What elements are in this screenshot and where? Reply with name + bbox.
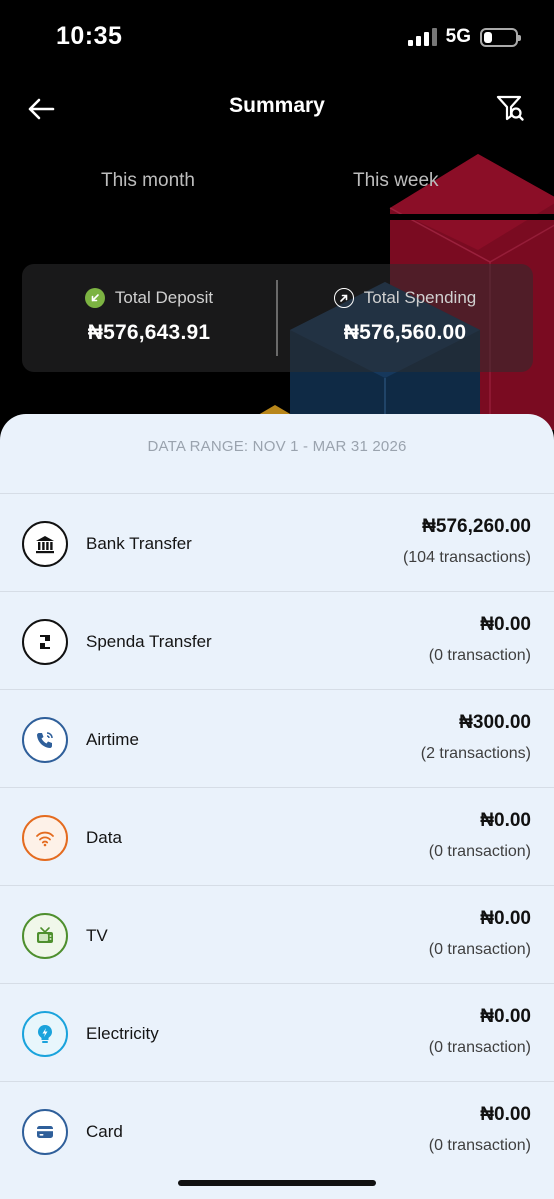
- list-item-label: Spenda Transfer: [86, 632, 212, 651]
- total-spending-amount: ₦576,560.00: [343, 321, 467, 344]
- page-title: Summary: [229, 94, 325, 117]
- home-indicator: [178, 1180, 376, 1186]
- list-item-bank-transfer[interactable]: Bank Transfer ₦576,260.00 (104 transacti…: [0, 493, 554, 591]
- tab-this-month[interactable]: This month: [101, 170, 195, 192]
- list-item-amount: ₦0.00: [480, 1104, 531, 1125]
- list-item-tv[interactable]: TV ₦0.00 (0 transaction): [0, 885, 554, 983]
- list-item-label: Electricity: [86, 1024, 159, 1043]
- list-item-label: Data: [86, 828, 122, 847]
- list-item-count: (0 transaction): [428, 843, 531, 860]
- list-item-count: (0 transaction): [428, 941, 531, 958]
- list-item-amount: ₦0.00: [480, 810, 531, 831]
- network-label: 5G: [445, 26, 471, 47]
- status-indicators: 5G: [407, 26, 521, 48]
- total-deposit[interactable]: Total Deposit ₦576,643.91: [22, 288, 276, 345]
- list-item-card[interactable]: Card ₦0.00 (0 transaction): [0, 1081, 554, 1179]
- total-spending-label: Total Spending: [363, 288, 477, 307]
- list-item-label: Card: [86, 1122, 123, 1141]
- list-item-label: TV: [86, 926, 108, 945]
- period-tabs: This month This week: [0, 170, 554, 210]
- list-item-count: (0 transaction): [428, 1039, 531, 1056]
- battery-icon: [480, 27, 521, 47]
- list-item-label: Bank Transfer: [86, 534, 192, 553]
- list-item-amount: ₦300.00: [459, 712, 531, 733]
- list-item-count: (104 transactions): [402, 549, 531, 566]
- filter-button[interactable]: [492, 90, 528, 126]
- list-item-spenda-transfer[interactable]: Spenda Transfer ₦0.00 (0 transaction): [0, 591, 554, 689]
- list-item-amount: ₦0.00: [480, 1006, 531, 1027]
- list-item-count: (0 transaction): [428, 1137, 531, 1154]
- total-deposit-label: Total Deposit: [114, 288, 214, 307]
- signal-icon: [407, 28, 437, 46]
- date-range-label: DATA RANGE: NOV 1 - MAR 31 2026: [147, 438, 407, 455]
- list-item-label: Airtime: [86, 730, 139, 749]
- card-icon: [22, 1109, 68, 1155]
- wifi-icon: [22, 815, 68, 861]
- total-spending[interactable]: Total Spending ₦576,560.00: [278, 288, 532, 345]
- list-item-amount: ₦0.00: [480, 908, 531, 929]
- tab-this-week[interactable]: This week: [353, 170, 439, 192]
- bank-icon: [22, 521, 68, 567]
- status-bar: 10:35 5G: [0, 0, 554, 72]
- list-item-count: (0 transaction): [428, 647, 531, 664]
- total-deposit-amount: ₦576,643.91: [87, 321, 211, 344]
- list-item-electricity[interactable]: Electricity ₦0.00 (0 transaction): [0, 983, 554, 1081]
- phone-icon: [22, 717, 68, 763]
- filter-search-icon: [496, 95, 524, 121]
- arrow-down-left-icon: [84, 288, 105, 308]
- category-list: Bank Transfer ₦576,260.00 (104 transacti…: [0, 493, 554, 1179]
- status-time: 10:35: [56, 22, 123, 50]
- list-item-data[interactable]: Data ₦0.00 (0 transaction): [0, 787, 554, 885]
- summary-sheet: DATA RANGE: NOV 1 - MAR 31 2026 Bank Tra…: [0, 414, 554, 1199]
- list-item-count: (2 transactions): [420, 745, 531, 762]
- bulb-icon: [22, 1011, 68, 1057]
- list-item-amount: ₦576,260.00: [422, 516, 531, 537]
- arrow-up-right-icon: [333, 288, 354, 308]
- list-item-airtime[interactable]: Airtime ₦300.00 (2 transactions): [0, 689, 554, 787]
- tv-icon: [22, 913, 68, 959]
- list-item-amount: ₦0.00: [480, 614, 531, 635]
- totals-card: Total Deposit ₦576,643.91 Total Spending…: [22, 264, 533, 372]
- header: Summary: [0, 84, 554, 132]
- spenda-logo-icon: [22, 619, 68, 665]
